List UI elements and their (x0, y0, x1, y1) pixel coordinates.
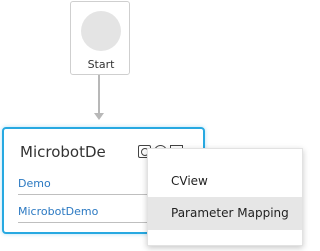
workflow-canvas[interactable]: Start MicrobotDe Demo MicrobotDemo CView… (0, 0, 306, 251)
menu-item-cview[interactable]: CView (148, 165, 302, 198)
node-title: MicrobotDe (20, 143, 106, 161)
flow-connector (98, 75, 100, 115)
flow-connector-arrowhead (94, 113, 104, 120)
node-field-microbotdemo[interactable]: MicrobotDemo (18, 205, 158, 223)
start-node-label: Start (87, 58, 115, 71)
context-menu: CView Parameter Mapping (147, 148, 303, 246)
node-field-demo[interactable]: Demo (18, 177, 158, 195)
start-circle (81, 11, 121, 51)
start-node[interactable]: Start (70, 1, 130, 75)
menu-item-parameter-mapping[interactable]: Parameter Mapping (148, 197, 302, 230)
